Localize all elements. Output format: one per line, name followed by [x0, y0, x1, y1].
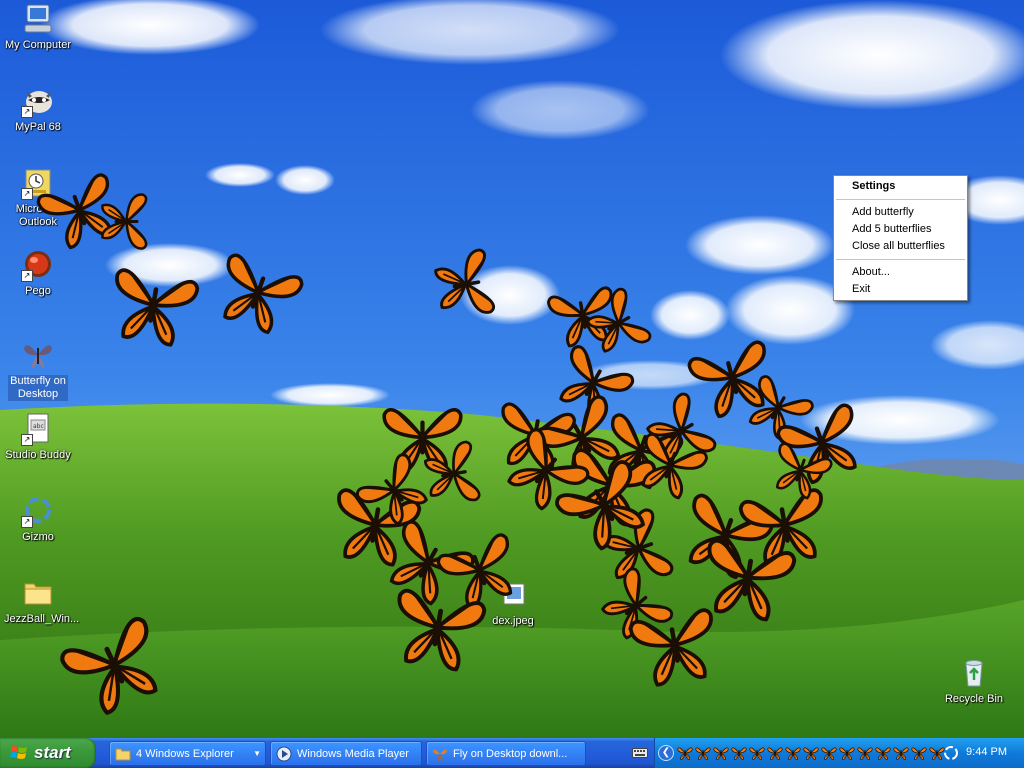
icon-label: Butterfly on Desktop — [8, 375, 68, 401]
tray-butterfly-icon[interactable] — [767, 745, 783, 761]
chevron-left-icon[interactable]: ❮ — [658, 745, 674, 761]
icon-label: Gizmo — [22, 531, 54, 543]
tray-butterfly-icon[interactable] — [749, 745, 765, 761]
icon-label: dex.jpeg — [492, 615, 534, 627]
computer-icon — [21, 2, 55, 36]
taskbar-button-windows-explorer[interactable]: 4 Windows Explorer ▼ — [109, 741, 266, 766]
tray-butterfly-icon[interactable] — [821, 745, 837, 761]
recycle-bin-icon[interactable]: Recycle Bin — [939, 656, 1009, 706]
butterfly-small-icon — [433, 749, 447, 761]
media-player-icon — [276, 746, 292, 761]
tray-butterfly-icon[interactable] — [875, 745, 891, 761]
tray-butterfly-icon[interactable] — [731, 745, 747, 761]
menu-item-about[interactable]: About... — [834, 264, 967, 281]
menu-item-exit[interactable]: Exit — [834, 281, 967, 298]
red-ball-icon: ↗ — [21, 248, 55, 282]
tray-butterfly-icon[interactable] — [893, 745, 909, 761]
shortcut-arrow-icon: ↗ — [21, 106, 33, 118]
menu-separator — [836, 259, 965, 260]
task-label: Fly on Desktop downl... — [453, 747, 568, 760]
shortcut-arrow-icon: ↗ — [21, 516, 33, 528]
icon-label: JezzBall_Win... — [4, 613, 80, 625]
menu-item-settings[interactable]: Settings — [834, 178, 967, 195]
clock-icon: ↗ — [21, 166, 55, 200]
outlook-icon[interactable]: ↗ Microsoft Outlook — [3, 166, 73, 229]
image-file-icon — [496, 578, 530, 612]
tray-butterfly-icon[interactable] — [713, 745, 729, 761]
taskbar-button-media-player[interactable]: Windows Media Player — [270, 741, 422, 766]
menu-item-close-all-butterflies[interactable]: Close all butterflies — [834, 238, 967, 255]
system-tray: ❮ 9:44 PM — [654, 738, 1024, 768]
task-label: 4 Windows Explorer — [136, 747, 234, 760]
task-label: Windows Media Player — [297, 747, 409, 760]
recycle-bin-icon-glyph — [957, 656, 991, 690]
svg-text:abc: abc — [33, 423, 44, 430]
tray-butterfly-icon[interactable] — [803, 745, 819, 761]
shortcut-arrow-icon: ↗ — [21, 188, 33, 200]
taskbar-button-fly-on-desktop[interactable]: Fly on Desktop downl... — [426, 741, 586, 766]
shortcut-arrow-icon: ↗ — [21, 270, 33, 282]
desktop[interactable]: My Computer ↗ MyPal 68 ↗ Microsoft Outlo… — [0, 0, 1024, 738]
clock[interactable]: 9:44 PM — [966, 746, 1007, 758]
icon-label: Recycle Bin — [944, 693, 1004, 705]
butterfly-context-menu: Settings Add butterfly Add 5 butterflies… — [833, 175, 968, 301]
butterfly-icon — [21, 338, 55, 372]
ring-icon: ↗ — [21, 494, 55, 528]
menu-separator — [836, 199, 965, 200]
raccoon-icon: ↗ — [21, 84, 55, 118]
windows-flag-icon — [10, 746, 27, 759]
icon-label: Studio Buddy — [5, 449, 71, 461]
icon-label: Pego — [25, 285, 51, 297]
tray-butterfly-icon[interactable] — [839, 745, 855, 761]
pego-icon[interactable]: ↗ Pego — [3, 248, 73, 298]
jezzball-folder-icon[interactable]: JezzBall_Win... — [3, 576, 79, 626]
refresh-icon[interactable] — [943, 745, 959, 761]
tray-butterfly-icon[interactable] — [695, 745, 711, 761]
dex-jpeg-icon[interactable]: dex.jpeg — [478, 578, 548, 628]
icon-label: My Computer — [4, 39, 72, 51]
document-icon: abc ↗ — [21, 412, 55, 446]
mypal-icon[interactable]: ↗ MyPal 68 — [3, 84, 73, 134]
folder-icon — [21, 576, 55, 610]
start-label: start — [34, 743, 71, 762]
icon-label: MyPal 68 — [15, 121, 61, 133]
tray-butterfly-icon[interactable] — [677, 745, 693, 761]
group-dropdown-icon[interactable]: ▼ — [253, 749, 261, 758]
keyboard-icon[interactable] — [632, 747, 648, 759]
tray-butterfly-icon[interactable] — [911, 745, 927, 761]
icon-label: Microsoft Outlook — [15, 203, 61, 228]
my-computer-icon[interactable]: My Computer — [3, 2, 73, 52]
tray-butterfly-icon[interactable] — [785, 745, 801, 761]
tray-butterfly-icons — [677, 745, 953, 761]
butterfly-on-desktop-icon[interactable]: Butterfly on Desktop — [3, 338, 73, 401]
folder-icon — [115, 748, 131, 760]
tray-butterfly-icon[interactable] — [857, 745, 873, 761]
shortcut-arrow-icon: ↗ — [21, 434, 33, 446]
taskbar: start 4 Windows Explorer ▼ Windows Media… — [0, 738, 1024, 768]
start-button[interactable]: start — [0, 738, 96, 768]
gizmo-icon[interactable]: ↗ Gizmo — [3, 494, 73, 544]
studio-buddy-icon[interactable]: abc ↗ Studio Buddy — [3, 412, 73, 462]
menu-item-add-butterfly[interactable]: Add butterfly — [834, 204, 967, 221]
menu-item-add-5-butterflies[interactable]: Add 5 butterflies — [834, 221, 967, 238]
